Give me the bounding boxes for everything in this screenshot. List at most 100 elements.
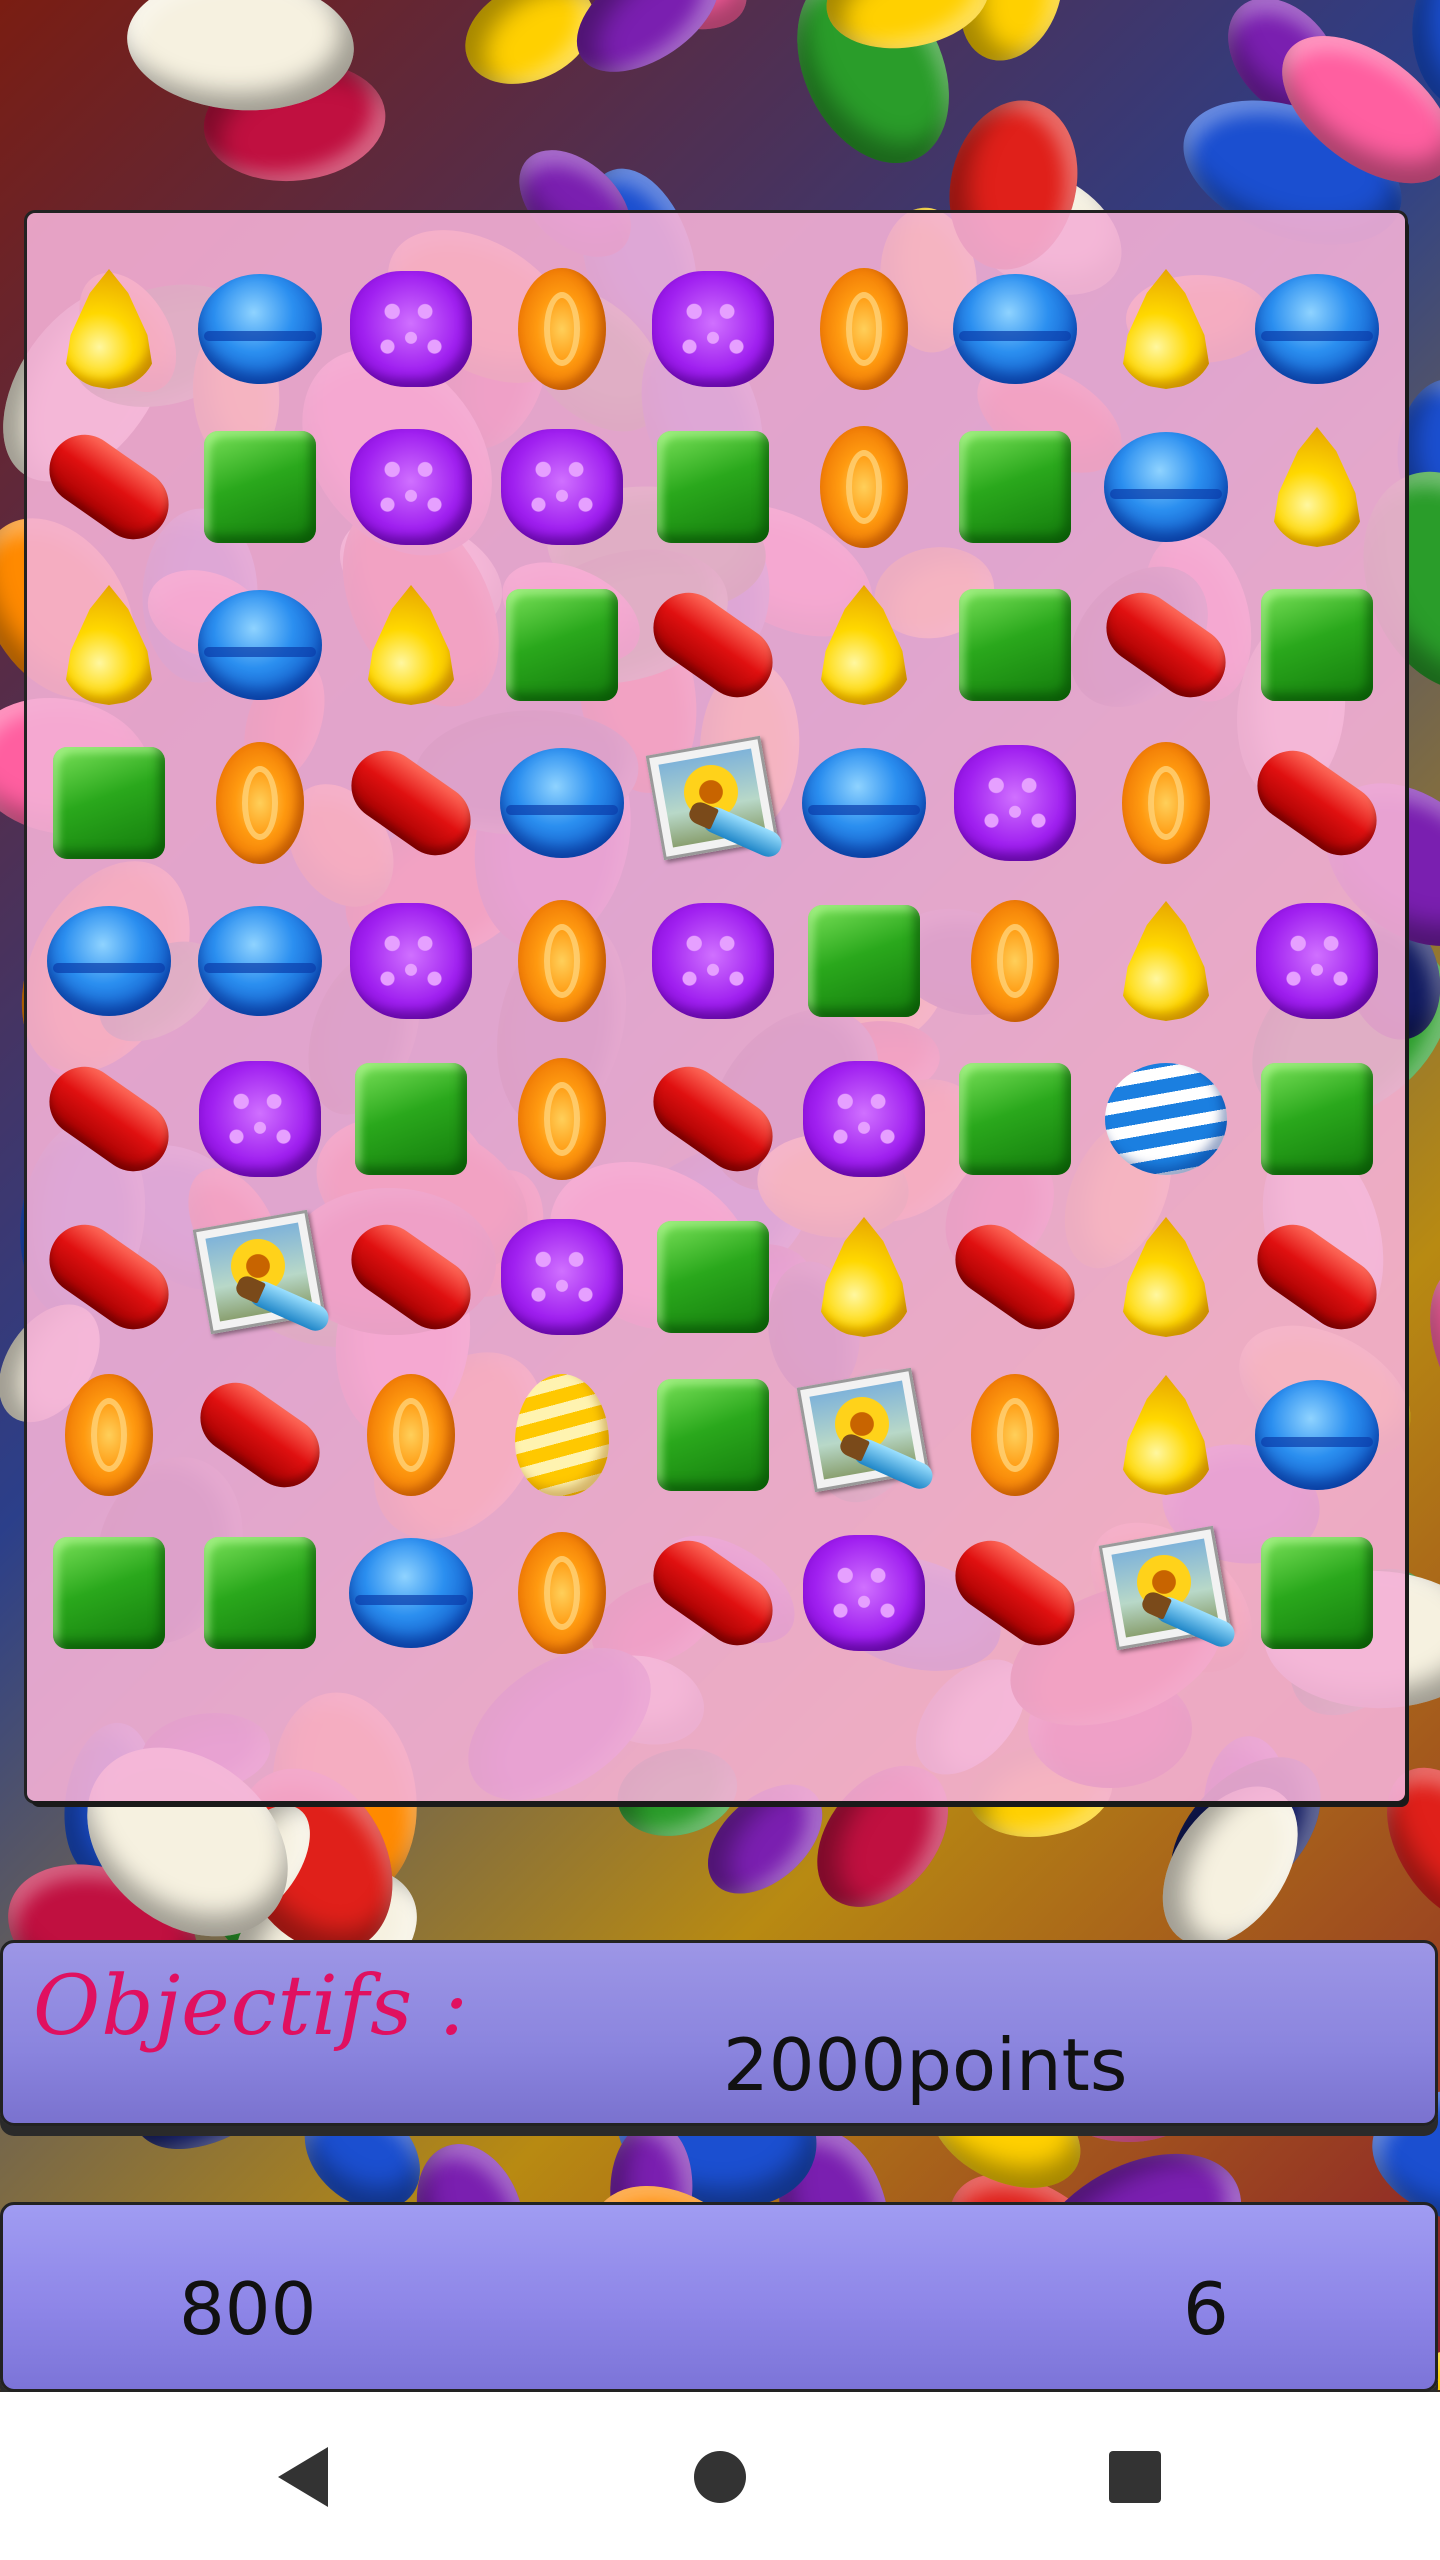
board-cell[interactable] [34,1040,184,1198]
board-cell[interactable] [940,566,1090,724]
board-cell[interactable] [789,1198,939,1356]
game-board[interactable] [27,213,1405,1801]
board-cell[interactable] [34,1198,184,1356]
board-cell[interactable] [638,882,788,1040]
board-cell[interactable] [1242,724,1392,882]
home-icon[interactable] [685,2442,755,2512]
board-cell[interactable] [336,1040,486,1198]
board-cell[interactable] [638,1198,788,1356]
board-cell[interactable] [487,724,637,882]
board-cell[interactable] [940,1198,1090,1356]
board-cell[interactable] [487,1514,637,1672]
board-cell[interactable] [34,882,184,1040]
board-cell[interactable] [185,566,335,724]
board-cell[interactable] [34,724,184,882]
board-cell[interactable] [487,250,637,408]
board-cell[interactable] [940,724,1090,882]
board-cell[interactable] [487,1198,637,1356]
board-cell[interactable] [789,250,939,408]
board-cell[interactable] [1242,566,1392,724]
red-candy-icon [35,1053,183,1185]
red-candy-icon [337,737,485,869]
board-cell[interactable] [185,1198,335,1356]
board-cell[interactable] [336,408,486,566]
blue-candy-icon [1255,274,1379,384]
board-cell[interactable] [336,724,486,882]
board-cell[interactable] [638,724,788,882]
board-cell[interactable] [789,566,939,724]
board-cell[interactable] [638,250,788,408]
board-cell[interactable] [1091,1514,1241,1672]
board-cell[interactable] [487,566,637,724]
board-cell[interactable] [638,1040,788,1198]
board-cell[interactable] [34,566,184,724]
board-cell[interactable] [940,882,1090,1040]
purple-candy-icon [501,1219,623,1335]
green-candy-icon [959,589,1071,701]
board-cell[interactable] [1091,882,1241,1040]
board-cell[interactable] [1091,1198,1241,1356]
board-cell[interactable] [336,1198,486,1356]
board-cell[interactable] [940,1040,1090,1198]
board-cell[interactable] [789,724,939,882]
score-value: 800 [179,2267,317,2351]
board-cell[interactable] [1091,408,1241,566]
board-cell[interactable] [1091,724,1241,882]
board-cell[interactable] [185,1514,335,1672]
green-candy-icon [1261,1537,1373,1649]
board-cell[interactable] [185,724,335,882]
board-cell[interactable] [185,1040,335,1198]
board-cell[interactable] [940,250,1090,408]
board-cell[interactable] [789,882,939,1040]
board-cell[interactable] [336,566,486,724]
board-cell[interactable] [638,1356,788,1514]
board-cell[interactable] [185,250,335,408]
board-cell[interactable] [789,408,939,566]
board-cell[interactable] [1091,566,1241,724]
board-cell[interactable] [1091,1356,1241,1514]
board-cell[interactable] [789,1356,939,1514]
blue-candy-icon [198,906,322,1016]
board-cell[interactable] [34,408,184,566]
board-cell[interactable] [940,1356,1090,1514]
board-cell[interactable] [1242,408,1392,566]
yellow-candy-icon [1122,901,1210,1021]
board-cell[interactable] [638,408,788,566]
board-cell[interactable] [1242,1040,1392,1198]
red-candy-icon [35,1211,183,1343]
yellow-candy-icon [65,585,153,705]
bonus-candy-icon [1098,1525,1239,1653]
board-cell[interactable] [1242,1198,1392,1356]
board-cell[interactable] [1242,250,1392,408]
board-cell[interactable] [638,1514,788,1672]
recents-icon[interactable] [1100,2442,1170,2512]
board-cell[interactable] [1091,250,1241,408]
board-cell[interactable] [487,1040,637,1198]
board-cell[interactable] [34,1514,184,1672]
purple-candy-icon [954,745,1076,861]
board-cell[interactable] [336,1356,486,1514]
board-cell[interactable] [789,1040,939,1198]
board-cell[interactable] [185,1356,335,1514]
board-cell[interactable] [1242,1356,1392,1514]
board-cell[interactable] [487,882,637,1040]
back-icon[interactable] [268,2442,338,2512]
board-cell[interactable] [940,1514,1090,1672]
board-cell[interactable] [487,1356,637,1514]
board-cell[interactable] [34,250,184,408]
board-cell[interactable] [336,882,486,1040]
objectives-panel: Objectifs : 2000points [0,1940,1438,2126]
board-cell[interactable] [336,250,486,408]
board-cell[interactable] [1242,1514,1392,1672]
board-cell[interactable] [940,408,1090,566]
board-cell[interactable] [185,408,335,566]
board-cell[interactable] [1242,882,1392,1040]
board-cell[interactable] [487,408,637,566]
board-cell[interactable] [638,566,788,724]
board-cell[interactable] [1091,1040,1241,1198]
green-candy-icon [959,1063,1071,1175]
board-cell[interactable] [336,1514,486,1672]
board-cell[interactable] [34,1356,184,1514]
board-cell[interactable] [789,1514,939,1672]
board-cell[interactable] [185,882,335,1040]
